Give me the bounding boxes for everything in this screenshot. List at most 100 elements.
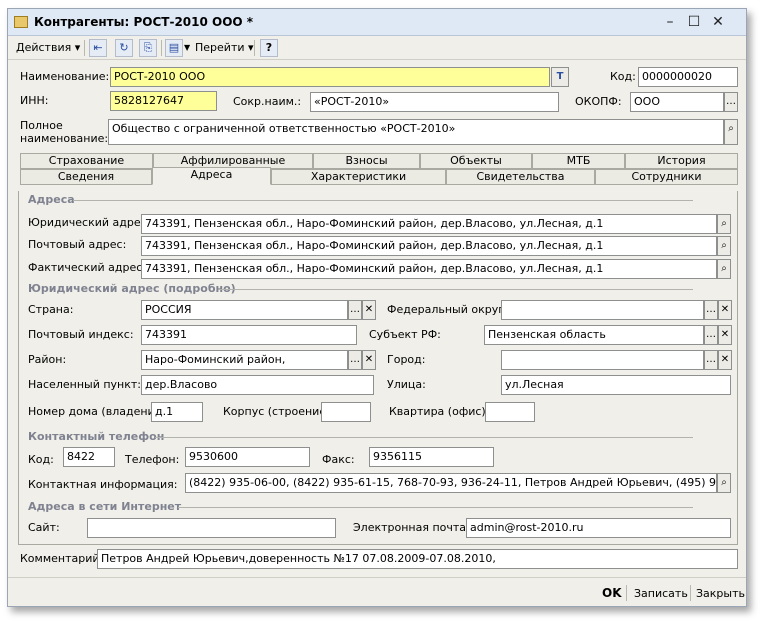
structure-icon[interactable]: ▤ bbox=[165, 39, 183, 57]
phone-code-label: Код: bbox=[28, 453, 54, 466]
legal-address-field[interactable]: 743391, Пензенская обл., Наро-Фоминский … bbox=[141, 214, 717, 234]
tab-certificates[interactable]: Свидетельства bbox=[446, 169, 595, 185]
copy-icon[interactable]: ⎘ bbox=[139, 39, 157, 57]
contractor-window: Контрагенты: РОСТ-2010 ООО * – ☐ ✕ Дейст… bbox=[7, 8, 747, 607]
actions-menu[interactable]: Действия ▾ bbox=[16, 39, 80, 57]
minimize-icon[interactable]: – bbox=[660, 13, 680, 31]
chevron-down-icon[interactable]: ▼ bbox=[184, 43, 190, 52]
refresh-icon[interactable]: ↻ bbox=[115, 39, 133, 57]
short-name-label: Сокр.наим.: bbox=[233, 95, 302, 108]
tab-insurance[interactable]: Страхование bbox=[20, 153, 153, 169]
footer-separator bbox=[690, 585, 691, 601]
country-select-button[interactable]: … bbox=[348, 300, 362, 320]
search-icon[interactable]: ⌕ bbox=[717, 473, 731, 493]
clear-icon[interactable]: ✕ bbox=[718, 300, 732, 320]
section-divider bbox=[73, 200, 693, 201]
name-field[interactable]: РОСТ-2010 ООО bbox=[110, 67, 550, 87]
go-back-icon[interactable]: ⇤ bbox=[89, 39, 107, 57]
contact-info-field[interactable]: (8422) 935-06-00, (8422) 935-61-15, 768-… bbox=[185, 473, 717, 493]
city-field[interactable] bbox=[501, 350, 704, 370]
tab-employees[interactable]: Сотрудники bbox=[595, 169, 738, 185]
house-field[interactable]: д.1 bbox=[151, 402, 203, 422]
section-phone: Контактный телефон bbox=[28, 430, 165, 443]
email-field[interactable]: admin@rost-2010.ru bbox=[466, 518, 731, 538]
federal-district-label: Федеральный округ: bbox=[387, 303, 508, 316]
house-label: Номер дома (владение): bbox=[28, 405, 170, 418]
okopf-select-button[interactable]: … bbox=[724, 92, 738, 112]
tab-mtb[interactable]: МТБ bbox=[532, 153, 625, 169]
locality-label: Населенный пункт: bbox=[28, 378, 141, 391]
comment-field[interactable]: Петров Андрей Юрьевич,доверенность №17 0… bbox=[97, 549, 738, 569]
short-name-field[interactable]: «РОСТ-2010» bbox=[310, 92, 559, 112]
toolbar-separator bbox=[161, 40, 162, 56]
footer-bar: OK Записать Закрыть bbox=[8, 577, 746, 606]
goto-menu[interactable]: Перейти ▾ bbox=[195, 39, 254, 57]
clear-icon[interactable]: ✕ bbox=[718, 350, 732, 370]
search-icon[interactable]: ⌕ bbox=[717, 214, 731, 234]
search-icon[interactable]: ⌕ bbox=[724, 119, 738, 145]
code-field[interactable]: 0000000020 bbox=[638, 67, 738, 87]
tab-addresses[interactable]: Адреса bbox=[152, 167, 271, 185]
footer-separator bbox=[626, 585, 627, 601]
contact-info-label: Контактная информация: bbox=[28, 478, 178, 491]
phone-code-field[interactable]: 8422 bbox=[63, 447, 115, 467]
zip-field[interactable]: 743391 bbox=[141, 325, 357, 345]
tab-info[interactable]: Сведения bbox=[20, 169, 152, 185]
building-field[interactable] bbox=[321, 402, 371, 422]
city-select-button[interactable]: … bbox=[704, 350, 718, 370]
okopf-label: ОКОПФ: bbox=[575, 95, 622, 108]
street-field[interactable]: ул.Лесная bbox=[501, 375, 731, 395]
section-addresses: Адреса bbox=[28, 193, 75, 206]
legal-address-label: Юридический адрес: bbox=[28, 216, 151, 229]
federal-district-field[interactable] bbox=[501, 300, 704, 320]
section-divider bbox=[155, 437, 693, 438]
section-divider bbox=[178, 507, 693, 508]
section-legal-detail: Юридический адрес (подробно) bbox=[28, 282, 236, 295]
fax-label: Факс: bbox=[322, 453, 355, 466]
comment-label: Комментарий: bbox=[20, 552, 104, 565]
save-button[interactable]: Записать bbox=[634, 587, 688, 600]
close-button[interactable]: Закрыть bbox=[696, 587, 745, 600]
tab-characteristics[interactable]: Характеристики bbox=[271, 169, 446, 185]
help-button[interactable]: ? bbox=[260, 39, 278, 57]
title-bar: Контрагенты: РОСТ-2010 ООО * – ☐ ✕ bbox=[8, 9, 746, 36]
name-label: Наименование: bbox=[20, 70, 110, 83]
country-field[interactable]: РОССИЯ bbox=[141, 300, 348, 320]
toolbar-separator bbox=[84, 40, 85, 56]
flat-field[interactable] bbox=[485, 402, 535, 422]
site-field[interactable] bbox=[87, 518, 336, 538]
locality-field[interactable]: дер.Власово bbox=[141, 375, 374, 395]
search-icon[interactable]: ⌕ bbox=[717, 259, 731, 279]
region-select-button[interactable]: … bbox=[348, 350, 362, 370]
clear-icon[interactable]: ✕ bbox=[362, 300, 376, 320]
clear-icon[interactable]: ✕ bbox=[362, 350, 376, 370]
full-name-field[interactable]: Общество с ограниченной ответственностью… bbox=[108, 119, 724, 145]
tab-history[interactable]: История bbox=[625, 153, 738, 169]
phone-field[interactable]: 9530600 bbox=[185, 447, 310, 467]
subject-select-button[interactable]: … bbox=[704, 325, 718, 345]
subject-field[interactable]: Пензенская область bbox=[484, 325, 704, 345]
phone-label: Телефон: bbox=[125, 453, 180, 466]
close-icon[interactable]: ✕ bbox=[708, 13, 728, 31]
federal-district-select-button[interactable]: … bbox=[704, 300, 718, 320]
email-label: Электронная почта: bbox=[353, 521, 470, 534]
region-field[interactable]: Наро-Фоминский район, bbox=[141, 350, 348, 370]
clear-icon[interactable]: ✕ bbox=[718, 325, 732, 345]
tab-objects[interactable]: Объекты bbox=[420, 153, 532, 169]
folder-icon bbox=[14, 16, 28, 28]
toolbar: Действия ▾ ⇤ ↻ ⎘ ▤ ▼ Перейти ▾ ? bbox=[8, 36, 746, 60]
inn-field[interactable]: 5828127647 bbox=[110, 91, 217, 111]
tab-contributions[interactable]: Взносы bbox=[313, 153, 420, 169]
actual-address-field[interactable]: 743391, Пензенская обл., Наро-Фоминский … bbox=[141, 259, 717, 279]
postal-address-field[interactable]: 743391, Пензенская обл., Наро-Фоминский … bbox=[141, 236, 717, 256]
search-icon[interactable]: ⌕ bbox=[717, 236, 731, 256]
text-format-icon[interactable]: T bbox=[551, 67, 569, 87]
ok-button[interactable]: OK bbox=[602, 586, 622, 600]
window-title: Контрагенты: РОСТ-2010 ООО * bbox=[34, 15, 254, 29]
subject-label: Субъект РФ: bbox=[369, 328, 441, 341]
maximize-icon[interactable]: ☐ bbox=[684, 13, 704, 31]
okopf-field[interactable]: ООО bbox=[630, 92, 724, 112]
fax-field[interactable]: 9356115 bbox=[369, 447, 494, 467]
street-label: Улица: bbox=[387, 378, 426, 391]
full-name-label: Полное наименование: bbox=[20, 119, 109, 145]
